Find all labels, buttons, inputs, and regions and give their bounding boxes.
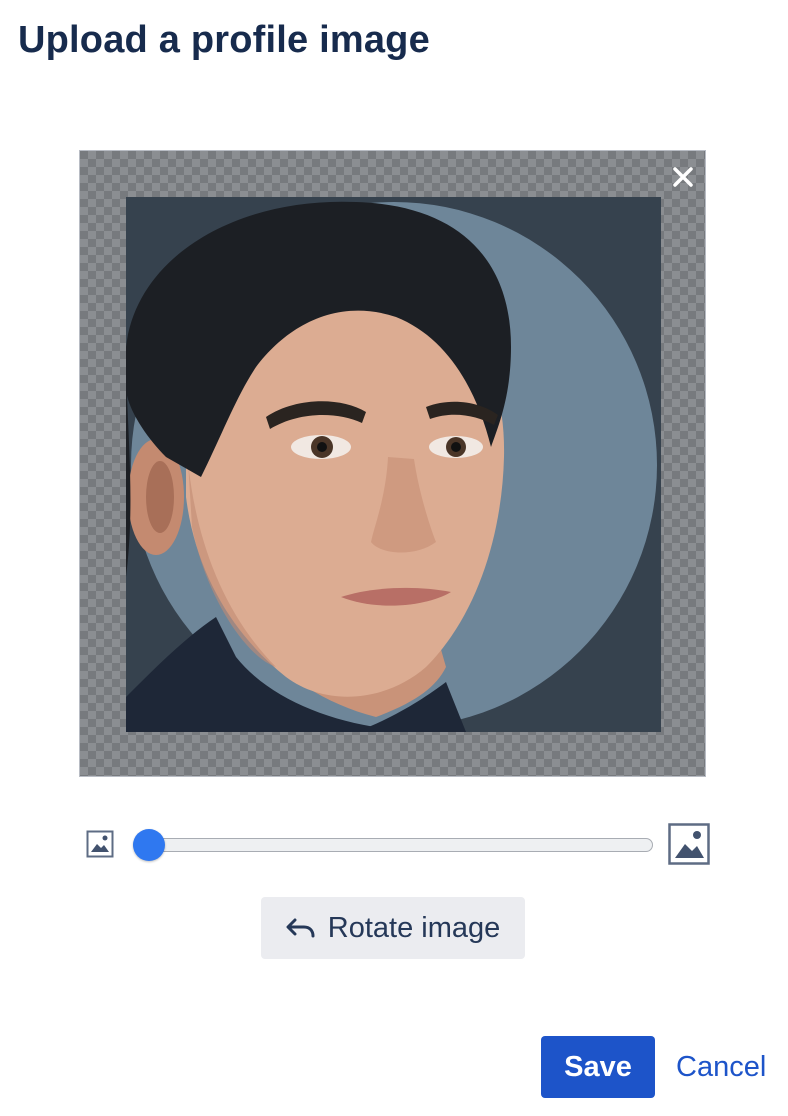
profile-photo[interactable] (126, 197, 661, 732)
undo-arrow-icon (286, 918, 315, 938)
zoom-control (79, 820, 711, 872)
zoom-slider[interactable] (133, 828, 653, 864)
image-small-icon (86, 830, 114, 858)
image-crop-area[interactable] (79, 150, 706, 777)
zoom-slider-track (133, 838, 653, 852)
rotate-image-button[interactable]: Rotate image (261, 897, 525, 959)
rotate-image-label: Rotate image (327, 911, 501, 944)
dialog-title: Upload a profile image (18, 19, 430, 61)
zoom-slider-thumb[interactable] (133, 829, 165, 861)
cancel-button[interactable]: Cancel (668, 1036, 780, 1098)
image-large-icon (668, 823, 710, 865)
close-image-button[interactable] (669, 163, 697, 191)
save-button[interactable]: Save (541, 1036, 655, 1098)
upload-profile-image-dialog: Upload a profile image Rotate image Save… (0, 0, 788, 1116)
close-icon (673, 167, 693, 187)
